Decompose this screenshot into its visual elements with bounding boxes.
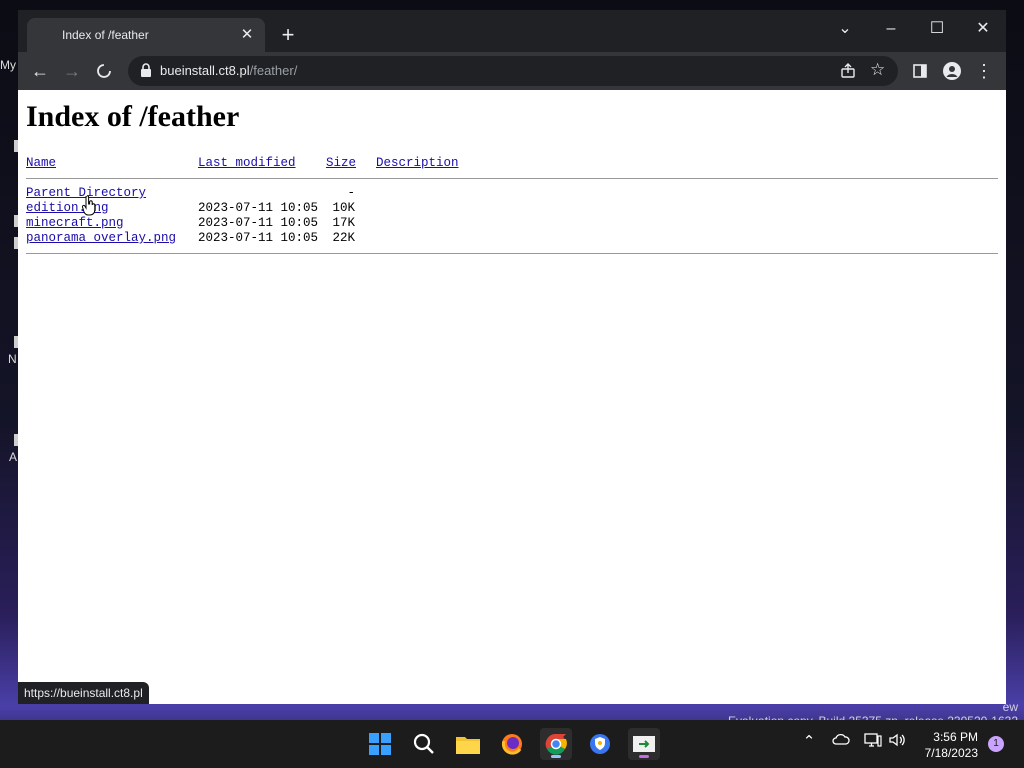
system-clock[interactable]: 3:56 PM 7/18/2023 — [914, 729, 978, 761]
divider — [26, 253, 998, 254]
watermark-line: ew — [1002, 700, 1018, 714]
tab-active[interactable]: Index of /feather ✕ — [27, 18, 265, 52]
desktop-icon-label: My — [0, 58, 16, 72]
close-window-icon[interactable]: ✕ — [960, 14, 1006, 44]
size-cell: 17K — [332, 216, 355, 230]
url-path: /feather/ — [249, 63, 298, 78]
sort-by-description-link[interactable]: Description — [376, 156, 459, 170]
divider — [26, 178, 998, 179]
forward-arrow-icon[interactable]: → — [58, 57, 86, 85]
close-tab-icon[interactable]: ✕ — [237, 25, 257, 45]
size-cell: 10K — [332, 201, 355, 215]
notification-badge[interactable]: 1 — [988, 736, 1004, 752]
side-panel-icon[interactable] — [906, 57, 934, 85]
modified-cell: 2023-07-11 10:05 — [198, 231, 319, 245]
status-bar-url: https://bueinstall.ct8.pl — [18, 682, 149, 704]
volume-icon[interactable] — [886, 732, 908, 752]
minimize-icon[interactable]: – — [868, 14, 914, 44]
address-bar[interactable]: bueinstall.ct8.pl/feather/ ☆ — [128, 56, 898, 86]
share-icon[interactable] — [840, 63, 856, 79]
modified-cell: 2023-07-11 10:05 — [198, 201, 319, 215]
active-indicator — [551, 755, 561, 758]
new-tab-icon[interactable]: + — [276, 24, 300, 48]
page-title: Index of /feather — [26, 100, 240, 133]
back-arrow-icon[interactable]: ← — [26, 57, 54, 85]
menu-kebab-icon[interactable]: ⋮ — [970, 57, 998, 85]
sort-by-name-link[interactable]: Name — [26, 156, 56, 170]
file-link[interactable]: panorama_overlay.png — [26, 231, 176, 245]
tray-overflow-chevron-icon[interactable]: ⌃ — [798, 732, 820, 750]
sort-by-size-link[interactable]: Size — [326, 156, 356, 170]
network-icon[interactable] — [862, 732, 884, 752]
maximize-icon[interactable]: ☐ — [914, 14, 960, 44]
page-content: Index of /feather Name Last modified Siz… — [18, 90, 1006, 704]
tab-title: Index of /feather — [62, 28, 149, 42]
search-icon[interactable] — [408, 728, 440, 760]
file-link[interactable]: edition.png — [26, 201, 109, 215]
clock-date: 7/18/2023 — [924, 746, 978, 760]
size-cell: - — [347, 186, 355, 200]
firefox-icon[interactable] — [496, 728, 528, 760]
url-host: bueinstall.ct8.pl — [160, 63, 250, 78]
start-windows-icon[interactable] — [364, 728, 396, 760]
bookmark-star-icon[interactable]: ☆ — [870, 60, 885, 80]
hand-cursor-icon — [82, 196, 96, 216]
shield-app-icon[interactable] — [584, 728, 616, 760]
taskbar: ⌃ 3:56 PM 7/18/2023 1 — [0, 720, 1024, 768]
browser-toolbar: ← → bueinstall.ct8.pl/feather/ ☆ ⋮ — [18, 52, 1006, 90]
clock-time: 3:56 PM — [933, 730, 978, 744]
modified-cell: 2023-07-11 10:05 — [198, 216, 319, 230]
terminal-app-icon[interactable] — [628, 728, 660, 760]
profile-icon[interactable] — [938, 57, 966, 85]
chrome-icon[interactable] — [540, 728, 572, 760]
file-link[interactable]: minecraft.png — [26, 216, 124, 230]
active-indicator — [639, 755, 649, 758]
sort-by-modified-link[interactable]: Last modified — [198, 156, 296, 170]
tab-search-chevron-icon[interactable]: ⌄ — [822, 14, 868, 44]
tab-strip: Index of /feather ✕ + ⌄ – ☐ ✕ — [18, 10, 1006, 52]
file-explorer-icon[interactable] — [452, 728, 484, 760]
stop-loading-icon[interactable] — [90, 57, 118, 85]
size-cell: 22K — [332, 231, 355, 245]
browser-window: Index of /feather ✕ + ⌄ – ☐ ✕ ← → bueins… — [18, 10, 1006, 704]
lock-icon — [141, 63, 151, 77]
onedrive-icon[interactable] — [830, 732, 852, 750]
url-text: bueinstall.ct8.pl/feather/ — [160, 63, 297, 78]
